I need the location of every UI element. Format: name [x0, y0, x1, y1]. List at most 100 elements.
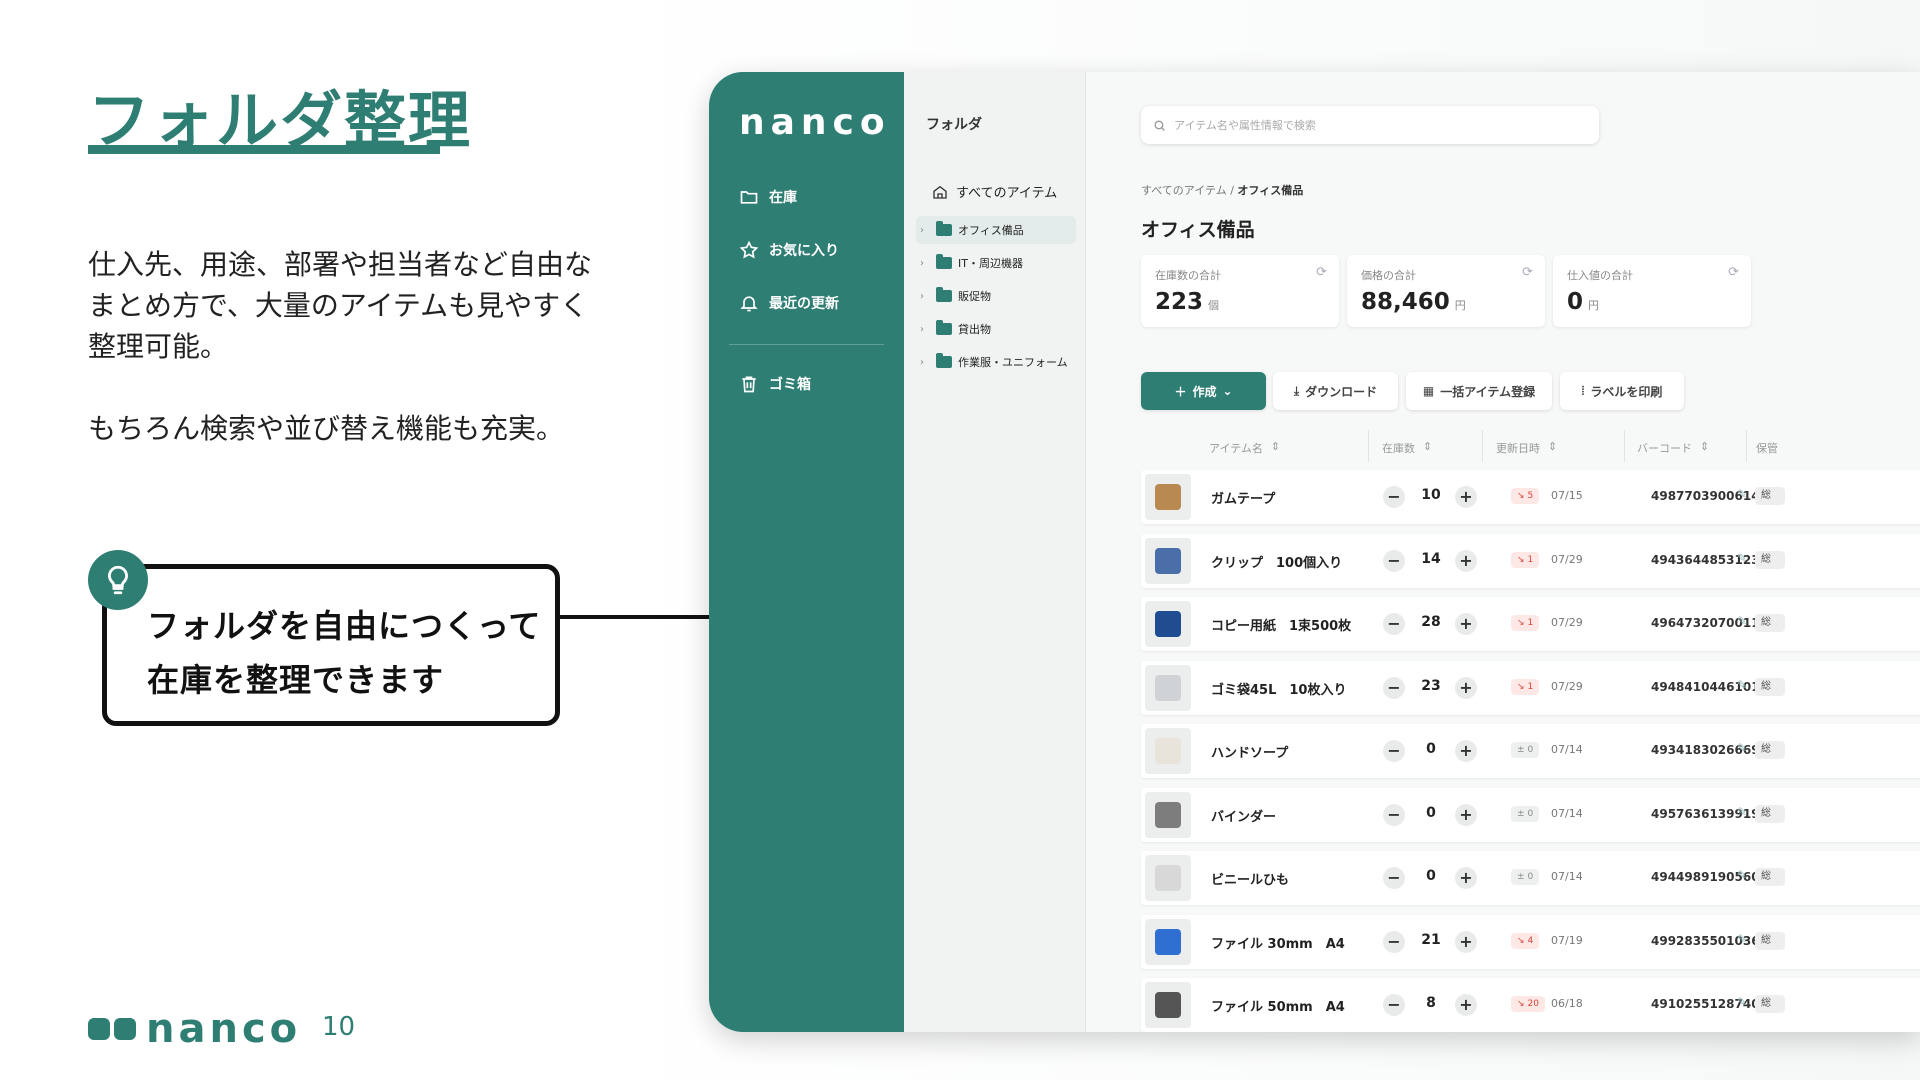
table-row[interactable]: ゴミ袋45L 10枚入り −23 + ↘ 1 07/29 4948410446101 ✎ 総: [1141, 660, 1920, 715]
column-header-quantity[interactable]: 在庫数 ⇕: [1382, 440, 1432, 456]
nav-item-inventory[interactable]: 在庫: [739, 187, 797, 207]
increment-button[interactable]: +: [1455, 676, 1477, 699]
change-badge: ↘ 1: [1511, 678, 1540, 695]
increment-button[interactable]: +: [1455, 930, 1477, 953]
folder-item[interactable]: › IT・周辺機器: [916, 249, 1076, 277]
chevron-right-icon[interactable]: ›: [920, 357, 930, 368]
refresh-icon[interactable]: ⟳: [1522, 265, 1533, 280]
item-quantity: 8: [1426, 995, 1436, 1011]
decrement-button[interactable]: −: [1383, 613, 1405, 635]
location-badge: 総: [1755, 550, 1785, 569]
increment-button[interactable]: +: [1455, 740, 1477, 762]
refresh-icon[interactable]: ⟳: [1316, 265, 1327, 280]
decrement-button[interactable]: −: [1383, 676, 1405, 699]
table-row[interactable]: コピー用紙 1束500枚 −28 + ↘ 1 07/29 4964732070011 ✎ 総: [1141, 597, 1920, 651]
folder-label: 作業服・ユニフォーム: [958, 356, 1068, 369]
table-row[interactable]: ビニールひも −0 + ±0 07/14 4944989190560 ✎ 総: [1141, 851, 1920, 905]
bell-icon: [740, 296, 758, 312]
description-line: 整理可能。: [88, 330, 229, 363]
increment-button[interactable]: +: [1455, 613, 1477, 635]
folder-item[interactable]: › 貸出物: [916, 315, 1076, 343]
folder-label: IT・周辺機器: [958, 257, 1023, 270]
item-name[interactable]: バインダー: [1211, 806, 1276, 825]
change-badge: ↘ 20: [1511, 996, 1545, 1012]
all-items-link[interactable]: すべてのアイテム: [932, 182, 1057, 201]
increment-button[interactable]: +: [1455, 549, 1477, 572]
print-label-button[interactable]: ⦙ ラベルを印刷: [1560, 372, 1684, 410]
download-label: ダウンロード: [1305, 384, 1378, 399]
table-row[interactable]: ガムテープ −10 + ↘ 5 07/15 4987703900614 ✎ 総: [1141, 470, 1920, 524]
breadcrumb-root[interactable]: すべてのアイテム: [1141, 184, 1227, 197]
breadcrumb: すべてのアイテム / オフィス備品: [1141, 182, 1303, 198]
plus-minus-icon: ±: [1517, 808, 1525, 819]
breadcrumb-current: オフィス備品: [1237, 184, 1304, 197]
item-name[interactable]: ハンドソープ: [1211, 742, 1288, 761]
item-name[interactable]: ゴミ袋45L 10枚入り: [1211, 679, 1346, 698]
edit-icon[interactable]: ✎: [1737, 678, 1747, 692]
chevron-right-icon[interactable]: ›: [920, 225, 930, 236]
table-row[interactable]: ハンドソープ −0 + ±0 07/14 4934183026669 ✎ 総: [1141, 724, 1920, 778]
decrement-button[interactable]: −: [1383, 930, 1405, 953]
edit-icon[interactable]: ✎: [1737, 487, 1747, 501]
nav-item-recent[interactable]: 最近の更新: [739, 293, 839, 313]
edit-icon[interactable]: ✎: [1737, 995, 1747, 1009]
download-button[interactable]: ⤓ ダウンロード: [1273, 372, 1398, 410]
table-row[interactable]: ファイル 50mm A4−8 + ↘ 20 06/18 4910255128740 ✎ 総: [1141, 978, 1920, 1032]
change-value: 1: [1527, 681, 1534, 692]
decrement-button[interactable]: −: [1383, 549, 1405, 572]
item-thumbnail: [1145, 728, 1191, 774]
table-row[interactable]: クリップ 100個入り −14 + ↘ 1 07/29 4943644853123 ✎ 総: [1141, 533, 1920, 588]
description-line: まとめ方で、大量のアイテムも見やすく: [88, 289, 589, 322]
stat-value-wrap: 0円: [1567, 289, 1599, 315]
column-header-updated[interactable]: 更新日時 ⇕: [1496, 440, 1557, 456]
edit-icon[interactable]: ✎: [1737, 551, 1747, 565]
stat-value: 88,460: [1361, 289, 1450, 315]
bulk-register-button[interactable]: ▦ 一括アイテム登録: [1406, 372, 1552, 410]
create-button[interactable]: ＋ 作成 ⌄: [1141, 372, 1266, 410]
edit-icon[interactable]: ✎: [1737, 614, 1747, 628]
edit-icon[interactable]: ✎: [1737, 932, 1747, 946]
column-divider: [1482, 430, 1483, 462]
decrement-button[interactable]: −: [1383, 486, 1405, 508]
print-label-label: ラベルを印刷: [1590, 384, 1663, 399]
updated-date: 07/15: [1551, 489, 1583, 502]
item-name[interactable]: ファイル 30mm A4: [1211, 933, 1345, 952]
edit-icon[interactable]: ✎: [1737, 868, 1747, 882]
decrement-button[interactable]: −: [1383, 803, 1405, 826]
column-header-name[interactable]: アイテム名 ⇕: [1209, 440, 1280, 456]
location-badge: 総: [1755, 487, 1785, 505]
change-value: 20: [1527, 999, 1539, 1009]
change-value: 0: [1527, 745, 1534, 755]
decrement-button[interactable]: −: [1383, 994, 1405, 1016]
search-input[interactable]: アイテム名や属性情報で検索: [1141, 106, 1599, 144]
edit-icon[interactable]: ✎: [1737, 741, 1747, 755]
nav-item-favorites[interactable]: お気に入り: [739, 240, 839, 260]
column-header-barcode[interactable]: バーコード ⇕: [1637, 440, 1709, 456]
decrement-button[interactable]: −: [1383, 740, 1405, 762]
chevron-right-icon[interactable]: ›: [920, 258, 930, 269]
decrement-button[interactable]: −: [1383, 867, 1405, 889]
increment-button[interactable]: +: [1455, 486, 1477, 508]
increment-button[interactable]: +: [1455, 994, 1477, 1016]
folder-item[interactable]: › オフィス備品: [916, 216, 1076, 244]
item-name[interactable]: クリップ 100個入り: [1211, 552, 1342, 571]
increment-button[interactable]: +: [1455, 803, 1477, 826]
refresh-icon[interactable]: ⟳: [1728, 265, 1739, 280]
chevron-right-icon[interactable]: ›: [920, 324, 930, 335]
item-name[interactable]: ビニールひも: [1211, 869, 1289, 888]
chevron-down-icon: ⌄: [1222, 384, 1233, 398]
item-name[interactable]: コピー用紙 1束500枚: [1211, 615, 1351, 634]
edit-icon[interactable]: ✎: [1737, 805, 1747, 819]
item-name[interactable]: ガムテープ: [1211, 488, 1275, 507]
column-header-location[interactable]: 保管: [1756, 440, 1778, 456]
folder-item[interactable]: › 作業服・ユニフォーム: [916, 348, 1076, 376]
chevron-right-icon[interactable]: ›: [920, 291, 930, 302]
folder-item[interactable]: › 販促物: [916, 282, 1076, 310]
item-name[interactable]: ファイル 50mm A4: [1211, 996, 1345, 1015]
table-row[interactable]: バインダー −0 + ±0 07/14 4957636139919 ✎ 総: [1141, 787, 1920, 842]
table-row[interactable]: ファイル 30mm A4−21 + ↘ 4 07/19 4992835501036 ✎ 総: [1141, 914, 1920, 969]
all-items-label: すべてのアイテム: [956, 186, 1058, 201]
increment-button[interactable]: +: [1455, 867, 1477, 889]
nav-item-trash[interactable]: ゴミ箱: [739, 374, 811, 394]
change-value: 5: [1527, 491, 1534, 501]
